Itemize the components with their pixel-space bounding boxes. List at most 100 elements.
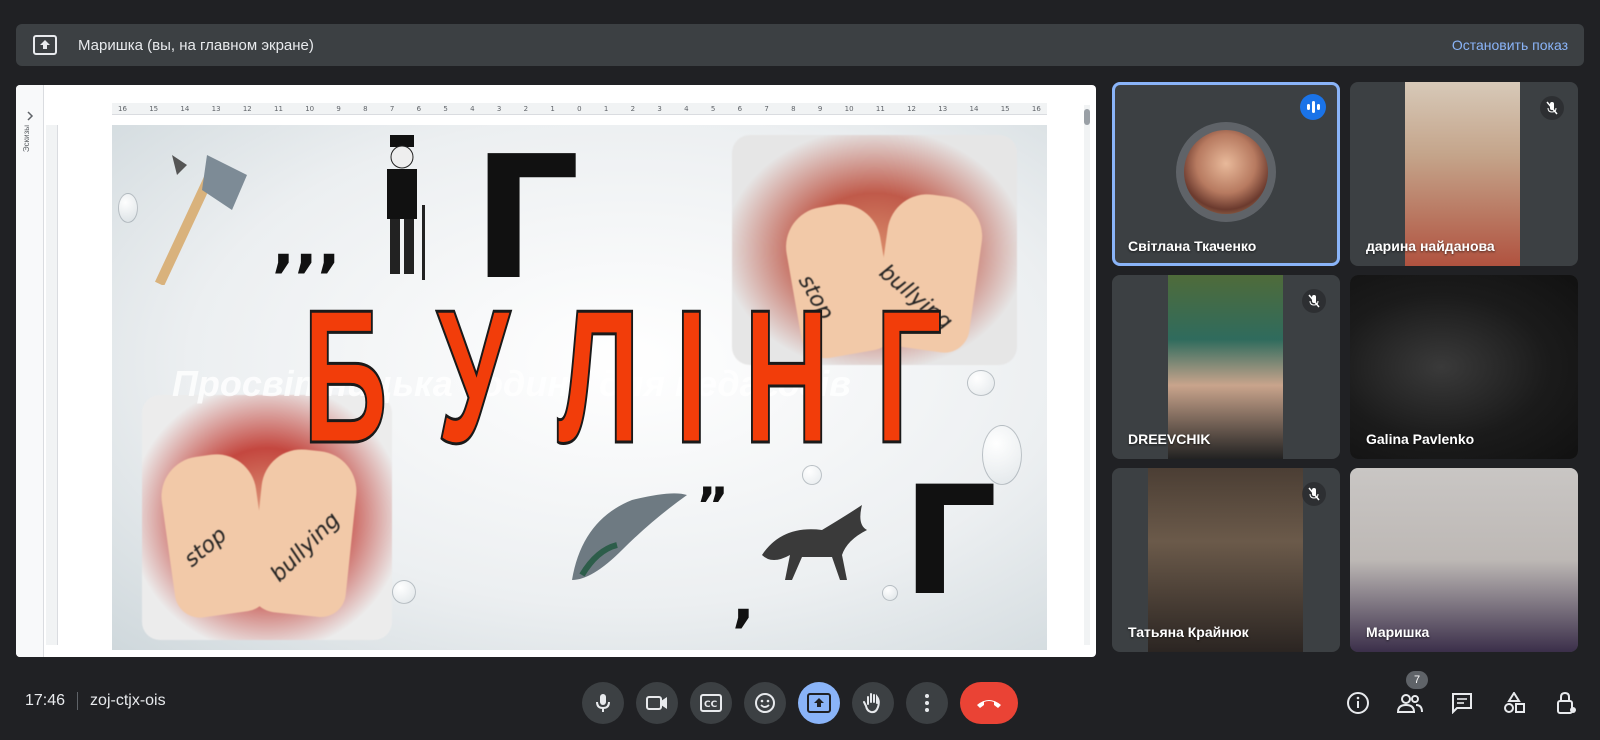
vertical-ruler xyxy=(46,125,58,645)
activities-icon[interactable] xyxy=(1501,690,1527,716)
ruler-tick: 13 xyxy=(211,104,221,113)
ruler-tick: 13 xyxy=(938,104,948,113)
scrollbar-thumb[interactable] xyxy=(1084,109,1090,125)
ruler-tick: 14 xyxy=(180,104,190,113)
people-icon[interactable]: 7 xyxy=(1397,671,1428,716)
ruler-tick: 7 xyxy=(764,104,769,113)
call-controls: CC xyxy=(582,682,1018,724)
mic-off-icon xyxy=(1302,289,1326,313)
ruler-tick: 9 xyxy=(817,104,823,113)
participant-name: DREEVCHIK xyxy=(1128,431,1211,447)
ruler-tick: 9 xyxy=(336,104,341,113)
bubble xyxy=(118,193,138,223)
ruler-tick: 15 xyxy=(1000,104,1010,113)
raise-hand-icon[interactable] xyxy=(852,682,894,724)
host-controls-icon[interactable] xyxy=(1553,690,1579,716)
info-icon[interactable] xyxy=(1345,690,1371,716)
title-letter: Б xyxy=(302,271,389,483)
horse-image xyxy=(762,505,867,580)
camera-icon[interactable] xyxy=(636,682,678,724)
chevron-right-icon[interactable] xyxy=(25,111,35,121)
bulling-title: Б У Л І Н Г xyxy=(277,271,943,483)
mic-off-icon xyxy=(1302,482,1326,506)
mic-icon[interactable] xyxy=(582,682,624,724)
presentation-bar: Маришка (вы, на главном экране) Останови… xyxy=(16,24,1584,66)
meeting-code[interactable]: zoj-ctjx-ois xyxy=(90,692,166,710)
ruler-tick: 14 xyxy=(969,104,979,113)
chaplin-figure xyxy=(387,135,425,280)
slide: stop bullying stop bullying Г ,,, Просві… xyxy=(112,125,1047,650)
decor-letter-bottom: Г xyxy=(902,455,998,629)
ruler-tick: 11 xyxy=(274,104,283,113)
svg-text:CC: CC xyxy=(704,700,718,710)
ruler-tick: 4 xyxy=(470,104,475,113)
participant-name: Galina Pavlenko xyxy=(1366,431,1475,447)
participant-tile[interactable]: Galina Pavlenko xyxy=(1350,275,1578,459)
ruler-tick: 10 xyxy=(844,104,854,113)
meeting-time: 17:46 xyxy=(25,692,66,709)
bubble xyxy=(392,580,416,604)
ruler-tick: 8 xyxy=(791,104,796,113)
participant-tile[interactable]: Татьяна Крайнюк xyxy=(1112,468,1340,652)
participant-name: дарина найданова xyxy=(1366,238,1495,254)
ruler-tick: 11 xyxy=(875,104,885,113)
stop-presenting-button[interactable]: Остановить показ xyxy=(1452,37,1568,53)
side-panel-buttons: 7 xyxy=(1345,671,1579,716)
ruler-tick: 6 xyxy=(416,104,422,113)
meeting-info: 17:46 zoj-ctjx-ois xyxy=(25,692,166,710)
mic-off-icon xyxy=(1540,96,1564,120)
ruler-tick: 10 xyxy=(305,104,315,113)
ruler-tick: 5 xyxy=(710,104,716,113)
thumbnails-label: Эскизы xyxy=(22,125,31,153)
title-letter: Н xyxy=(743,271,830,483)
title-letter: У xyxy=(435,271,510,483)
people-count-badge: 7 xyxy=(1406,671,1428,689)
ruler-tick: 5 xyxy=(443,104,448,113)
present-to-all-icon xyxy=(32,34,58,56)
ruler-tick: 16 xyxy=(1031,104,1041,113)
participant-tile[interactable]: Світлана Ткаченко xyxy=(1112,82,1340,266)
decor-commas: ,,, xyxy=(272,210,341,280)
ruler-tick: 15 xyxy=(149,104,159,113)
shared-screen: Эскизы 16 15 14 13 12 11 10 9 8 7 6 5 4 3 2 1 0 1 2 3 4 5 6 7 8 9… xyxy=(16,85,1096,657)
ruler-tick: 1 xyxy=(603,104,609,113)
ruler-tick: 12 xyxy=(907,104,916,113)
ruler-tick: 3 xyxy=(657,104,662,113)
participant-tile[interactable]: DREEVCHIK xyxy=(1112,275,1340,459)
ruler-tick: 3 xyxy=(496,104,502,113)
avatar xyxy=(1176,122,1276,222)
speaking-indicator-icon xyxy=(1300,94,1326,120)
participant-name: Світлана Ткаченко xyxy=(1128,238,1257,254)
bubble xyxy=(802,465,822,485)
participant-name: Маришка xyxy=(1366,624,1430,640)
ruler-tick: 16 xyxy=(118,104,127,113)
ruler-tick: 0 xyxy=(577,104,582,113)
participant-grid: Світлана Ткаченко дарина найданова DREEV… xyxy=(1112,82,1584,662)
present-icon[interactable] xyxy=(798,682,840,724)
captions-icon[interactable]: CC xyxy=(690,682,732,724)
thumbnails-panel[interactable]: Эскизы xyxy=(16,85,44,657)
ruler-tick: 12 xyxy=(242,104,252,113)
axe-image xyxy=(154,155,247,285)
bubble xyxy=(967,370,995,396)
chat-icon[interactable] xyxy=(1449,690,1475,716)
more-options-icon[interactable] xyxy=(906,682,948,724)
title-letter: Л xyxy=(556,271,641,483)
pigeon-image xyxy=(572,493,687,580)
participant-tile[interactable]: Маришка xyxy=(1350,468,1578,652)
ruler-tick: 2 xyxy=(630,104,636,113)
ruler-tick: 6 xyxy=(737,104,743,113)
vertical-scrollbar[interactable] xyxy=(1084,105,1090,645)
participant-name: Татьяна Крайнюк xyxy=(1128,624,1249,640)
meeting-controls-bar: 17:46 zoj-ctjx-ois CC 7 xyxy=(0,670,1600,740)
emoji-icon[interactable] xyxy=(744,682,786,724)
ruler-tick: 8 xyxy=(363,104,368,113)
participant-tile[interactable]: дарина найданова xyxy=(1350,82,1578,266)
bubble xyxy=(882,585,898,601)
ruler-tick: 1 xyxy=(550,104,555,113)
end-call-icon[interactable] xyxy=(960,682,1018,724)
decor-quote-marks: „ xyxy=(697,450,730,508)
ruler-tick: 7 xyxy=(389,104,395,113)
decor-comma: , xyxy=(732,565,755,635)
ruler-tick: 4 xyxy=(684,104,689,113)
